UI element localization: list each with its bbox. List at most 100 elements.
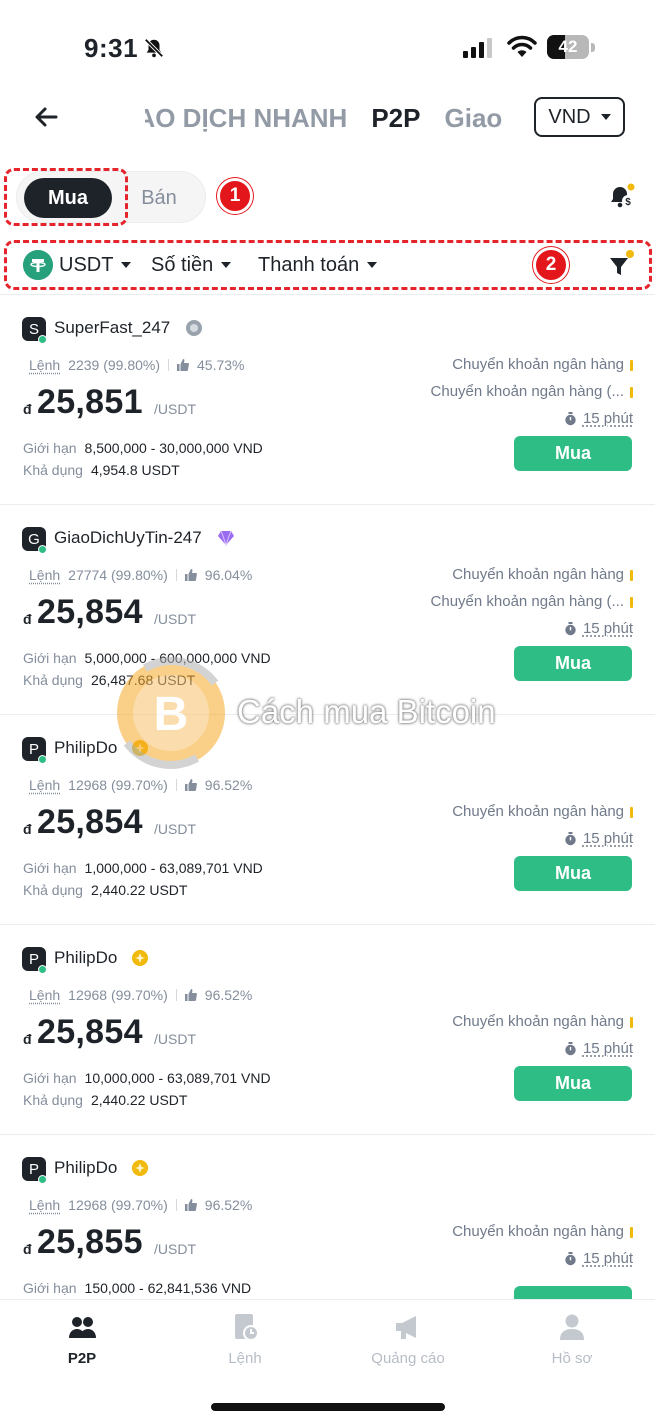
limit-label: Giới hạn <box>23 440 77 456</box>
tab-p2p[interactable]: P2P <box>371 98 420 138</box>
divider <box>168 359 169 371</box>
payment-filter-label: Thanh toán <box>258 254 360 276</box>
nav-profile[interactable]: Hồ sơ <box>512 1312 632 1372</box>
nav-label: Quảng cáo <box>371 1350 445 1367</box>
gold-badge-icon <box>132 1160 148 1176</box>
limit-label: Giới hạn <box>23 650 77 666</box>
nav-p2p[interactable]: P2P <box>22 1312 142 1372</box>
online-status-dot <box>38 965 47 974</box>
offer-card: S SuperFast_247 Lệnh 2239 (99.80%) 45.73… <box>0 295 655 505</box>
payment-method: Chuyển khoản ngân hàng <box>452 1222 633 1242</box>
price-unit: /USDT <box>154 611 196 627</box>
chevron-down-icon <box>367 262 378 268</box>
tab-quick-trade[interactable]: GIAO DỊCH NHANH <box>145 98 347 138</box>
currency-selector[interactable]: VND <box>534 97 625 137</box>
nav-label: Lệnh <box>228 1350 262 1367</box>
nav-orders[interactable]: Lệnh <box>185 1312 305 1372</box>
rating: 96.52% <box>204 1197 253 1213</box>
chevron-down-icon <box>121 262 132 268</box>
payment-time: 15 phút <box>564 1040 633 1057</box>
currency-symbol: đ <box>23 1241 32 1257</box>
online-status-dot <box>38 1175 47 1184</box>
currency-symbol: đ <box>23 821 32 837</box>
filter-funnel-icon[interactable] <box>607 249 635 279</box>
payment-time: 15 phút <box>564 1250 633 1267</box>
payment-method: Chuyển khoản ngân hàng <box>452 355 633 375</box>
available-row: Khả dụng 4,954.8 USDT <box>23 461 180 479</box>
battery-percent: 42 <box>558 37 578 56</box>
asset-filter-label: USDT <box>59 254 114 276</box>
payment-method-label: Chuyển khoản ngân hàng (... <box>430 383 624 400</box>
price: 25,855 <box>37 1223 143 1261</box>
merchant-name[interactable]: PhilipDo <box>54 1157 117 1179</box>
price-unit: /USDT <box>154 401 196 417</box>
limit-row: Giới hạn 8,500,000 - 30,000,000 VND <box>23 439 263 457</box>
step-marker-2: 2 <box>533 247 569 283</box>
orders-label: Lệnh <box>29 567 61 583</box>
amount-filter-label: Số tiền <box>151 254 214 276</box>
stopwatch-icon <box>565 1251 576 1265</box>
payment-time-value: 15 phút <box>582 1040 633 1057</box>
thumbs-up-icon <box>184 569 197 581</box>
battery-tip <box>591 43 595 52</box>
top-tabs: GIAO DỊCH NHANH P2P Giao dịch lệnh <box>145 98 507 138</box>
stopwatch-icon <box>565 621 576 635</box>
orders-icon <box>235 1314 259 1341</box>
buy-button[interactable]: Mua <box>514 436 632 471</box>
payment-method-label: Chuyển khoản ngân hàng <box>452 1223 624 1240</box>
payment-method-label: Chuyển khoản ngân hàng <box>452 803 624 820</box>
available-label: Khả dụng <box>23 462 83 478</box>
buy-button[interactable] <box>514 1286 632 1299</box>
orders-count: 27774 (99.80%) <box>68 567 168 583</box>
payment-color-bar <box>630 1016 633 1028</box>
limit-label: Giới hạn <box>23 1280 77 1296</box>
home-indicator <box>211 1403 445 1411</box>
payment-filter[interactable]: Thanh toán <box>258 252 378 278</box>
thumbs-up-icon <box>177 359 189 371</box>
sell-tab[interactable]: Bán <box>129 178 189 218</box>
amount-filter[interactable]: Số tiền <box>151 252 232 278</box>
payment-time: 15 phút <box>564 410 633 427</box>
silver-badge-icon <box>186 320 202 336</box>
price-alert-bell-icon[interactable]: $ <box>608 183 636 211</box>
available-row: Khả dụng 2,440.22 USDT <box>23 881 187 899</box>
orders-count: 12968 (99.70%) <box>68 1197 168 1213</box>
online-status-dot <box>38 545 47 554</box>
merchant-stats: Lệnh 27774 (99.80%) 96.04% <box>29 566 252 584</box>
limit-value: 150,000 - 62,841,536 VND <box>84 1280 252 1296</box>
price: 25,854 <box>37 803 143 841</box>
orders-count: 12968 (99.70%) <box>68 777 168 793</box>
watermark-text: Cách mua Bitcoin <box>237 693 496 730</box>
available-label: Khả dụng <box>23 1092 83 1108</box>
orders-count: 12968 (99.70%) <box>68 987 168 1003</box>
status-time: 9:31 <box>84 33 139 63</box>
megaphone-icon <box>396 1316 416 1339</box>
tab-order-trade[interactable]: Giao dịch lệnh <box>445 98 508 138</box>
payment-time: 15 phút <box>564 830 633 847</box>
merchant-name[interactable]: PhilipDo <box>54 737 117 759</box>
buy-button[interactable]: Mua <box>514 856 632 891</box>
merchant-name[interactable]: PhilipDo <box>54 947 117 969</box>
available-value: 4,954.8 USDT <box>90 462 180 478</box>
limit-value: 8,500,000 - 30,000,000 VND <box>84 440 263 456</box>
currency-symbol: đ <box>23 611 32 627</box>
asset-filter[interactable]: USDT <box>59 252 132 278</box>
payment-color-bar <box>630 386 633 398</box>
payment-time-value: 15 phút <box>582 830 633 847</box>
thumbs-up-icon <box>184 989 197 1001</box>
limit-row: Giới hạn 10,000,000 - 63,089,701 VND <box>23 1069 271 1087</box>
available-label: Khả dụng <box>23 882 83 898</box>
svg-text:$: $ <box>625 197 631 208</box>
payment-method: Chuyển khoản ngân hàng <box>452 565 633 585</box>
price-unit: /USDT <box>154 1031 196 1047</box>
merchant-name[interactable]: SuperFast_247 <box>54 317 170 339</box>
back-arrow-icon[interactable] <box>30 100 64 134</box>
payment-time-value: 15 phút <box>582 620 633 637</box>
buy-button[interactable]: Mua <box>514 1066 632 1101</box>
usdt-coin-icon <box>23 250 53 280</box>
nav-ads[interactable]: Quảng cáo <box>348 1312 468 1372</box>
merchant-name[interactable]: GiaoDichUyTin-247 <box>54 527 202 549</box>
currency-label: VND <box>548 105 591 128</box>
available-row: Khả dụng 2,440.22 USDT <box>23 1091 187 1109</box>
thumbs-up-icon <box>184 1199 197 1211</box>
